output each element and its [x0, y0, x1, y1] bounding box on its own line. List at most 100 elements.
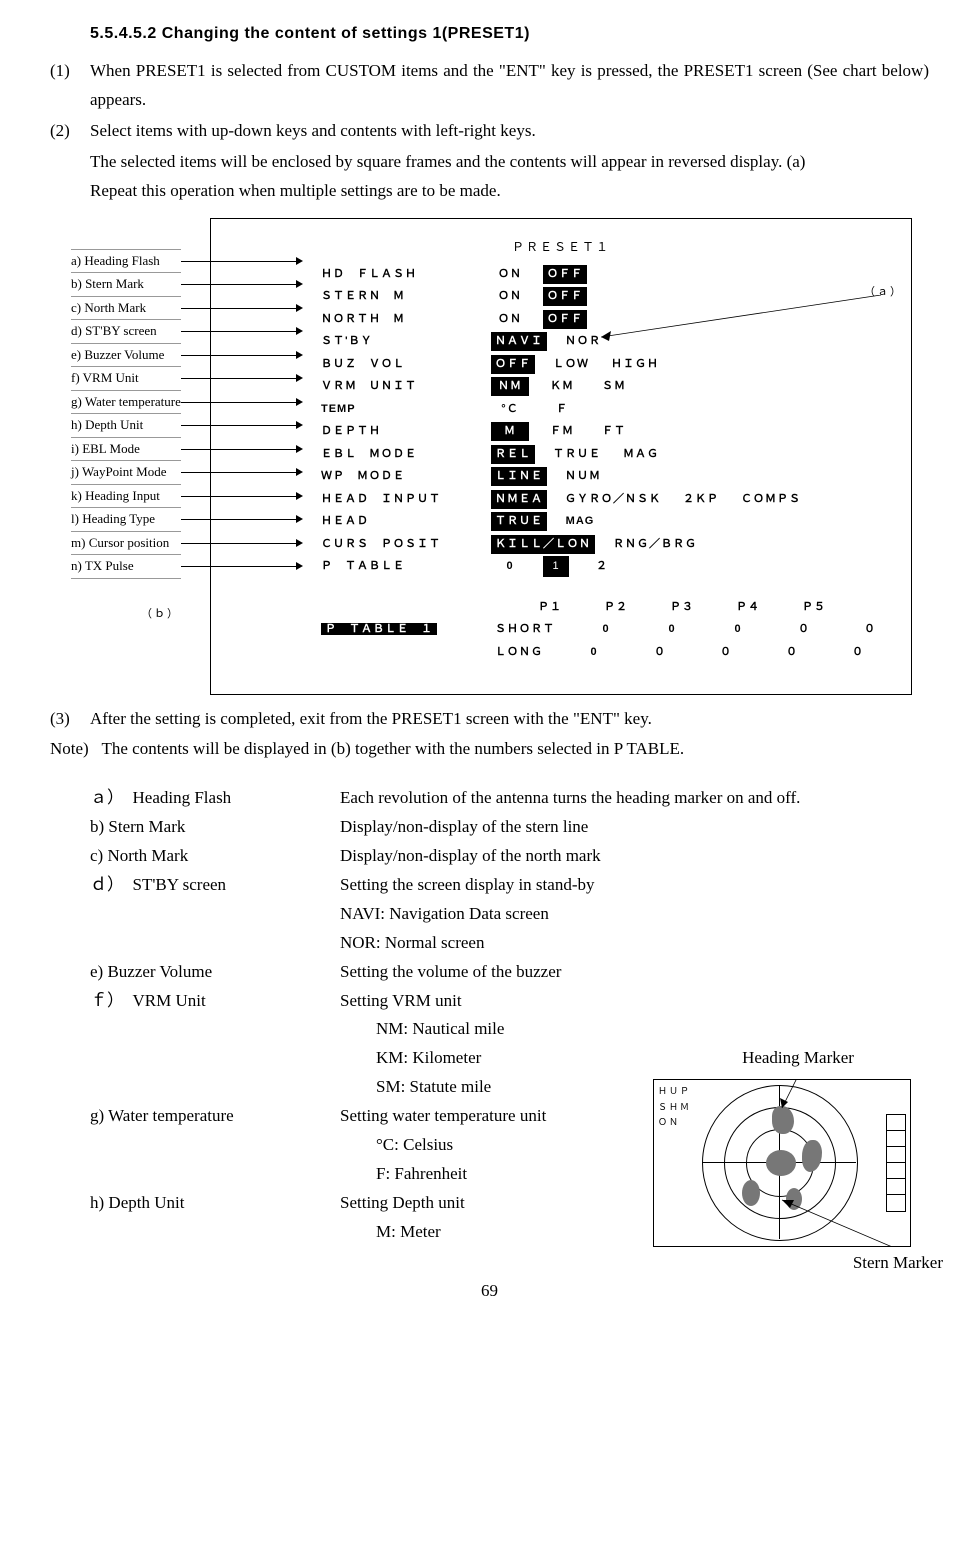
option[interactable]: ＮＡＶＩ: [491, 332, 547, 351]
long-label: ＬＯＮＧ: [491, 643, 547, 662]
definition-key: h) Depth Unit: [90, 1189, 340, 1218]
row-options: °Ｃ Ｆ: [491, 400, 581, 419]
annotation-b: （ｂ）: [141, 605, 180, 624]
legend-item: l) Heading Type: [71, 508, 181, 532]
step-1: (1) When PRESET1 is selected from CUSTOM…: [50, 57, 929, 115]
option[interactable]: ＯＦＦ: [543, 265, 587, 284]
ptable-val: ０: [851, 620, 889, 639]
ptable-val: 0: [587, 620, 625, 639]
screen-title: ＰＲＥＳＥＴ１: [221, 237, 901, 257]
option[interactable]: ＣＯＭＰＳ: [737, 490, 805, 509]
note: Note) The contents will be displayed in …: [50, 735, 929, 764]
row-label: ＮＯＲＴＨ Ｍ: [221, 310, 491, 329]
step-2: (2) Select items with up-down keys and c…: [50, 117, 929, 146]
row-label: ＨＥＡＤ: [221, 512, 491, 531]
option[interactable]: ＬＯＷ: [549, 355, 593, 374]
legend-item: n) TX Pulse: [71, 555, 181, 579]
option[interactable]: ＬＩＮＥ: [491, 467, 547, 486]
step-body: When PRESET1 is selected from CUSTOM ite…: [90, 57, 929, 115]
option[interactable]: ＫＭ: [543, 377, 581, 396]
definition-value: NAVI: Navigation Data screen: [340, 900, 929, 929]
option[interactable]: ＲＥＬ: [491, 445, 535, 464]
definition-key: [90, 929, 340, 958]
option[interactable]: ＭＡＧ: [619, 445, 663, 464]
row-options: ＮＭＥＡ ＧＹＲＯ／ＮＳＫ ２ＫＰ ＣＯＭＰＳ: [491, 490, 805, 509]
definition-key: e) Buzzer Volume: [90, 958, 340, 987]
step-3: (3) After the setting is completed, exit…: [50, 705, 929, 734]
screen-row: ＳＴＥＲＮ ＭＯＮＯＦＦ: [221, 286, 901, 309]
screen-row: ＤＥＰＴＨＭＦＭＦＴ: [221, 421, 901, 444]
option[interactable]: ＯＮ: [491, 287, 529, 306]
option[interactable]: ＯＮ: [491, 310, 529, 329]
screen-row: ＣＵＲＳ ＰＯＳＩＴＫＩＬＬ／ＬＯＮＲＮＧ／ＢＲＧ: [221, 533, 901, 556]
ptable-val: ０: [773, 643, 811, 662]
definition-key: [90, 1073, 340, 1102]
row-options: ＬＩＮＥ ＮＵＭ: [491, 467, 605, 486]
definition-value: Setting VRM unit: [340, 987, 929, 1016]
ptable-header: Ｐ５: [795, 598, 833, 617]
screen-row: ＢＵＺ ＶＯＬＯＦＦ ＬＯＷ ＨＩＧＨ: [221, 353, 901, 376]
option[interactable]: ＮＵＭ: [561, 467, 605, 486]
legend-item: c) North Mark: [71, 297, 181, 321]
option[interactable]: ＮＭＥＡ: [491, 490, 547, 509]
option[interactable]: ＲＮＧ／ＢＲＧ: [609, 535, 701, 554]
option[interactable]: ＨＩＧＨ: [607, 355, 663, 374]
definition-value: Each revolution of the antenna turns the…: [340, 784, 929, 813]
legend-item: h) Depth Unit: [71, 414, 181, 438]
ptable-header: Ｐ２: [597, 598, 635, 617]
definition-key: ｄ） ST'BY screen: [90, 871, 340, 900]
definitions: Heading Marker ＨＵＰＳＨＭＯＮ: [90, 784, 929, 1246]
definition-value: Display/non-display of the north mark: [340, 842, 929, 871]
option[interactable]: ＧＹＲＯ／ＮＳＫ: [561, 490, 665, 509]
section-heading: 5.5.4.5.2 Changing the content of settin…: [90, 20, 929, 47]
option[interactable]: ＮＯＲ: [561, 332, 605, 351]
option[interactable]: °Ｃ: [491, 400, 529, 419]
option[interactable]: ２: [583, 557, 621, 576]
row-options: ＴＲＵＥ MAG: [491, 512, 599, 531]
legend-item: m) Cursor position: [71, 532, 181, 556]
option[interactable]: ＫＩＬＬ／ＬＯＮ: [491, 535, 595, 554]
option[interactable]: ＳＭ: [595, 377, 633, 396]
option[interactable]: Ｆ: [543, 400, 581, 419]
step-body: Select items with up-down keys and conte…: [90, 117, 929, 146]
step-2b: Repeat this operation when multiple sett…: [90, 177, 929, 206]
option[interactable]: ＴＲＵＥ: [549, 445, 605, 464]
definition-row: NOR: Normal screen: [90, 929, 929, 958]
preset1-chart: ＰＲＥＳＥＴ１ a) Heading Flashb) Stern Markc) …: [50, 218, 929, 695]
option[interactable]: 0: [491, 557, 529, 576]
definition-value: Display/non-display of the stern line: [340, 813, 929, 842]
option[interactable]: ＯＦＦ: [543, 287, 587, 306]
definition-key: c) North Mark: [90, 842, 340, 871]
option[interactable]: ＯＮ: [491, 265, 529, 284]
section-title: Changing the content of settings 1(PRESE…: [162, 25, 530, 42]
option[interactable]: ２ＫＰ: [679, 490, 723, 509]
definition-row: ｄ） ST'BY screenSetting the screen displa…: [90, 871, 929, 900]
definition-value: NOR: Normal screen: [340, 929, 929, 958]
definition-row: ａ） Heading FlashEach revolution of the a…: [90, 784, 929, 813]
legend-item: i) EBL Mode: [71, 438, 181, 462]
option[interactable]: ＯＦＦ: [543, 310, 587, 329]
screen-row: ＳＴ'ＢＹＮＡＶＩＮＯＲ: [221, 331, 901, 354]
option[interactable]: ＦＴ: [595, 422, 633, 441]
definition-key: ａ） Heading Flash: [90, 784, 340, 813]
row-options: ＯＮ ＯＦＦ: [491, 287, 587, 306]
definition-key: [90, 1015, 340, 1044]
option[interactable]: ＦＭ: [543, 422, 581, 441]
ptable-header: Ｐ１: [531, 598, 569, 617]
row-label: ＢＵＺ ＶＯＬ: [221, 355, 491, 374]
definition-row: NM: Nautical mile: [90, 1015, 929, 1044]
definition-row: e) Buzzer VolumeSetting the volume of th…: [90, 958, 929, 987]
option[interactable]: MAG: [561, 512, 599, 531]
preset1-screen-box: ＰＲＥＳＥＴ１ a) Heading Flashb) Stern Markc) …: [210, 218, 912, 695]
option[interactable]: Ｍ: [491, 422, 529, 441]
screen-row: ＨＥＡＤＴＲＵＥ MAG: [221, 511, 901, 534]
option[interactable]: 1: [543, 556, 569, 577]
option[interactable]: ＴＲＵＥ: [491, 512, 547, 531]
screen-row: ＶＲＭ ＵＮＩＴＮＭＫＭＳＭ: [221, 376, 901, 399]
row-options: Ｍ ＦＭ ＦＴ: [491, 422, 633, 441]
row-options: ＯＦＦ ＬＯＷ ＨＩＧＨ: [491, 355, 663, 374]
legend-item: e) Buzzer Volume: [71, 344, 181, 368]
option[interactable]: ＮＭ: [491, 377, 529, 396]
option[interactable]: ＯＦＦ: [491, 355, 535, 374]
row-options: ＫＩＬＬ／ＬＯＮ ＲＮＧ／ＢＲＧ: [491, 535, 701, 554]
